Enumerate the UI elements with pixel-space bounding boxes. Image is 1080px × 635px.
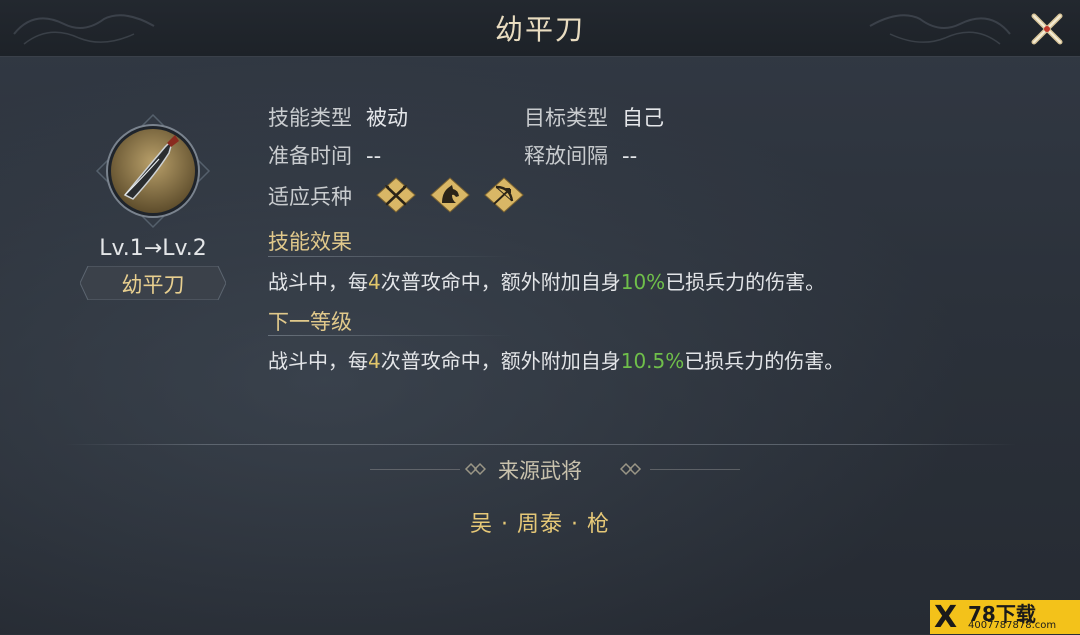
horse-head-icon[interactable] (430, 177, 470, 213)
effect-title: 技能效果 (268, 230, 352, 254)
troops-label: 适应兵种 (268, 185, 352, 209)
source-header: 来源武将 (0, 452, 1080, 486)
source-line-right (650, 469, 740, 470)
title-bar: 幼平刀 (0, 0, 1080, 57)
cast-interval-label: 释放间隔 (524, 144, 608, 168)
source-title: 来源武将 (498, 459, 582, 483)
close-icon (1031, 13, 1063, 45)
effect-underline (268, 256, 513, 257)
close-button[interactable] (1028, 10, 1066, 48)
target-type-label: 目标类型 (524, 106, 608, 130)
next-level-title: 下一等级 (268, 310, 352, 334)
skill-type-value: 被动 (366, 106, 408, 130)
effect-text-a: 战斗中，每 (268, 270, 368, 294)
skill-name: 幼平刀 (121, 273, 185, 297)
skill-level-progress: Lv.1→Lv.2 (99, 236, 207, 261)
effect-hit-count: 4 (368, 270, 381, 294)
cast-interval-row: 释放间隔 -- (524, 140, 637, 170)
next-level-description: 战斗中，每4次普攻命中，额外附加自身10.5%已损兵力的伤害。 (268, 345, 844, 374)
diamond-ornament-right-icon (620, 462, 642, 476)
skill-type-row: 技能类型 被动 (268, 102, 408, 132)
site-watermark: X 78下载 4007787878.com (930, 600, 1080, 635)
skill-icon-medallion (95, 113, 211, 229)
effect-description: 战斗中，每4次普攻命中，额外附加自身10%已损兵力的伤害。 (268, 266, 825, 295)
watermark-sub: 4007787878.com (968, 620, 1057, 631)
skill-detail-panel: 幼平刀 Lv.1→Lv.2 幼平刀 技能类型 被动 目标类型 自己 准备时间 -… (0, 0, 1080, 635)
troops-row: 适应兵种 (268, 181, 352, 211)
next-hit-count: 4 (368, 349, 381, 373)
target-type-row: 目标类型 自己 (524, 102, 664, 132)
section-divider (64, 444, 1016, 445)
effect-text-c: 已损兵力的伤害。 (665, 270, 826, 294)
effect-percent: 10% (620, 270, 666, 294)
next-percent: 10.5% (620, 349, 685, 373)
watermark-x-logo: X (934, 600, 958, 635)
skill-type-label: 技能类型 (268, 106, 352, 130)
cast-interval-value: -- (622, 144, 638, 168)
effect-text-b: 次普攻命中，额外附加自身 (380, 270, 621, 294)
window-title: 幼平刀 (494, 13, 585, 46)
bow-icon[interactable] (484, 177, 524, 213)
source-general[interactable]: 吴 · 周泰 · 枪 (0, 506, 1080, 538)
prep-time-row: 准备时间 -- (268, 140, 381, 170)
next-text-a: 战斗中，每 (268, 349, 368, 373)
skill-name-plate-label-wrap: 幼平刀 (80, 266, 226, 300)
next-text-c: 已损兵力的伤害。 (684, 349, 845, 373)
target-type-value: 自己 (622, 106, 664, 130)
crossed-spears-icon[interactable] (376, 177, 416, 213)
next-text-b: 次普攻命中，额外附加自身 (380, 349, 621, 373)
next-level-underline (268, 335, 513, 336)
prep-time-label: 准备时间 (268, 144, 352, 168)
prep-time-value: -- (366, 144, 382, 168)
